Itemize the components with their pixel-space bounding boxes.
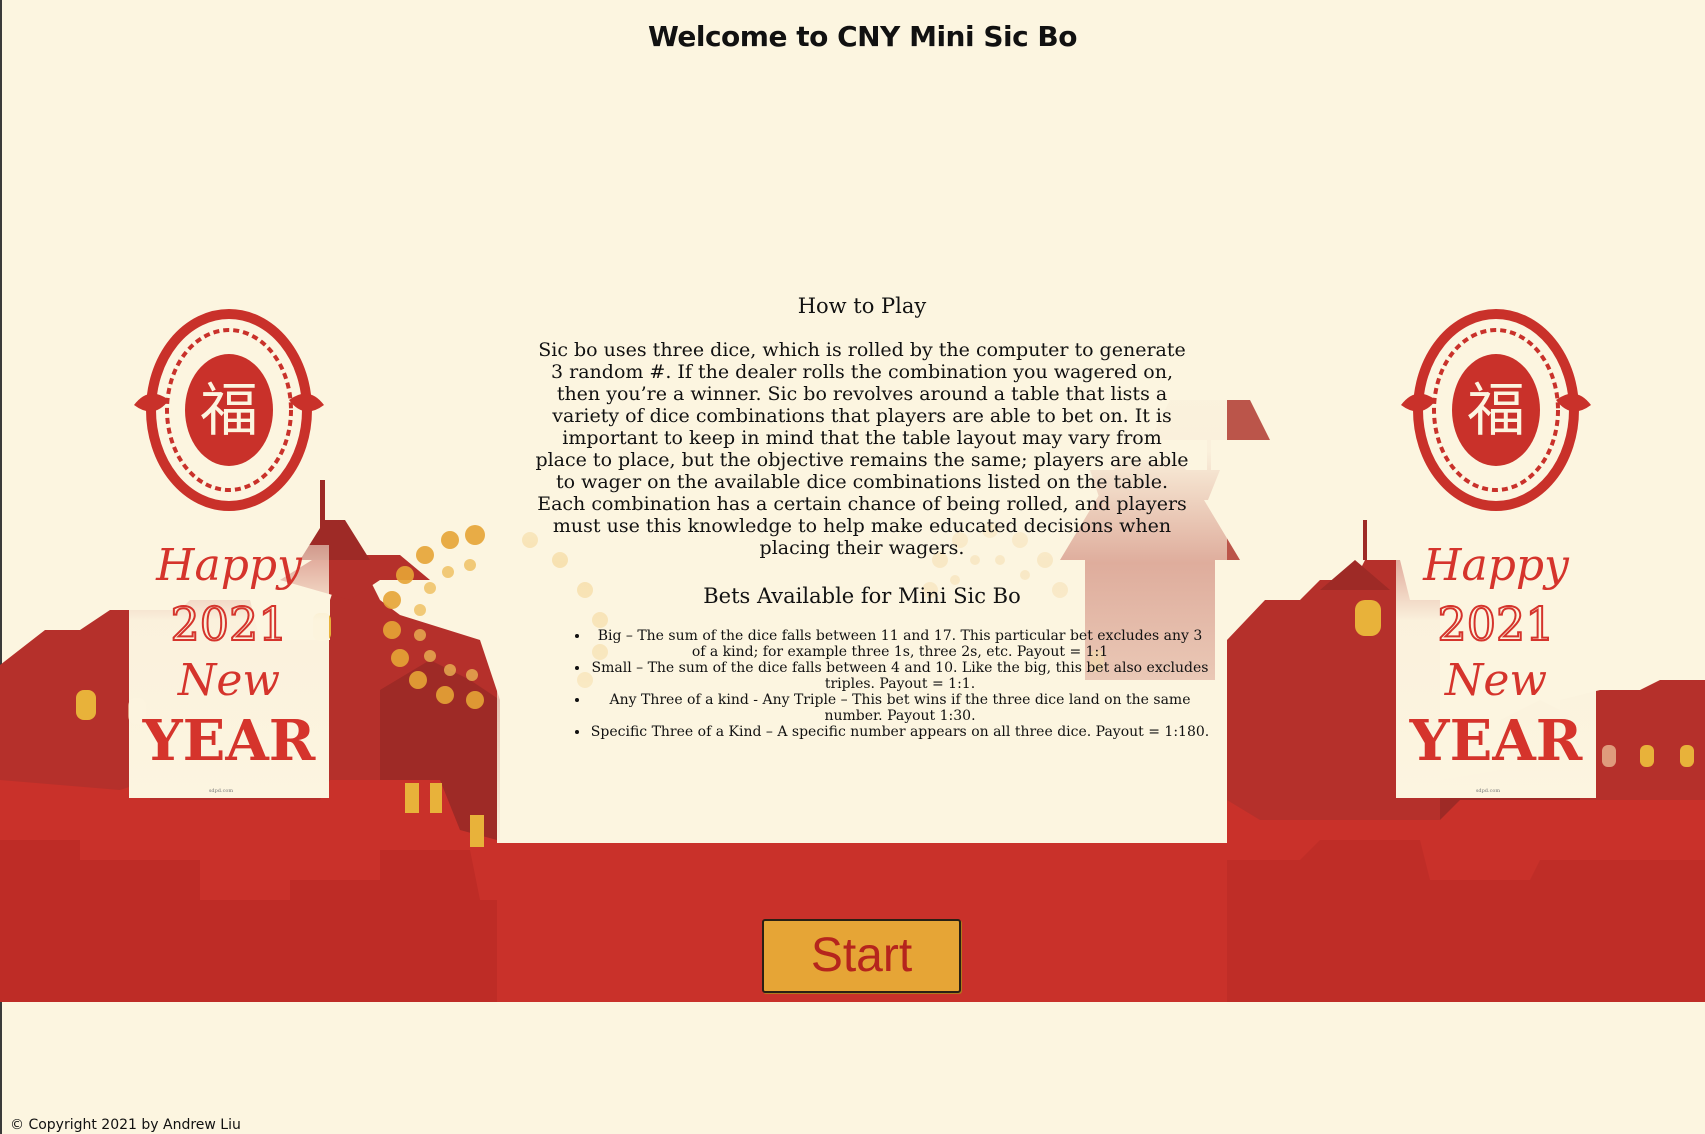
bets-heading: Bets Available for Mini Sic Bo [703, 584, 1021, 608]
right-new-year-poster: 福 Happy 2021 New YEAR sdpd.com [1401, 309, 1591, 794]
bet-big-item: Big – The sum of the dice falls between … [590, 628, 1210, 660]
start-button[interactable]: Start [762, 919, 961, 993]
svg-text:福: 福 [200, 376, 258, 444]
bets-list: Big – The sum of the dice falls between … [562, 628, 1210, 740]
paper-cut-medallion-icon: 福 [1401, 309, 1591, 511]
poster-year-text: 2021 [170, 597, 287, 651]
poster-credit: sdpd.com [209, 788, 234, 794]
how-to-play-heading: How to Play [797, 294, 927, 318]
poster-new-text: New [177, 655, 280, 706]
poster-new-text: New [1444, 655, 1547, 706]
page: 福 Happy 2021 New YEAR sdpd.com 福 Happy 2… [0, 0, 1705, 1134]
poster-happy-text: Happy [155, 540, 303, 591]
how-to-play-text: Sic bo uses three dice, which is rolled … [535, 339, 1189, 559]
svg-text:福: 福 [1467, 376, 1525, 444]
page-title: Welcome to CNY Mini Sic Bo [647, 20, 1078, 53]
happy-2021-new-year-text: Happy 2021 New YEAR sdpd.com [1409, 540, 1583, 794]
poster-year-word: YEAR [142, 708, 316, 774]
poster-happy-text: Happy [1422, 540, 1570, 591]
bet-any-triple-item: Any Three of a kind - Any Triple – This … [590, 692, 1210, 724]
poster-year-text: 2021 [1437, 597, 1554, 651]
poster-year-word: YEAR [1409, 708, 1583, 774]
left-new-year-poster: 福 Happy 2021 New YEAR sdpd.com [134, 309, 324, 794]
bet-small-item: Small – The sum of the dice falls betwee… [590, 660, 1210, 692]
poster-credit: sdpd.com [1476, 788, 1501, 794]
bet-specific-triple-item: Specific Three of a Kind – A specific nu… [590, 724, 1210, 740]
happy-2021-new-year-text: Happy 2021 New YEAR sdpd.com [142, 540, 316, 794]
paper-cut-medallion-icon: 福 [134, 309, 324, 511]
copyright-footer: © Copyright 2021 by Andrew Liu [10, 1117, 241, 1133]
